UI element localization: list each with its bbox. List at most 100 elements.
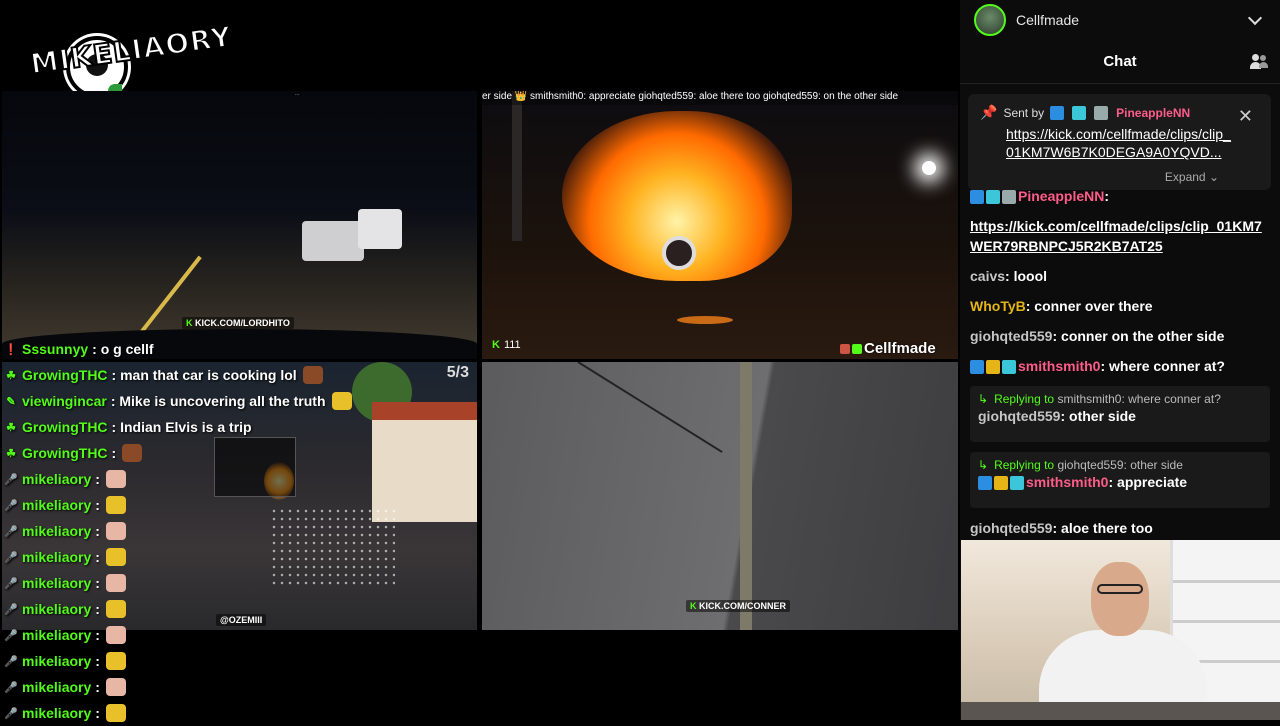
- mic-icon: 🎤: [4, 629, 18, 642]
- chat-text: :: [95, 523, 100, 539]
- avatar[interactable]: [974, 4, 1006, 36]
- reply-icon: ↳: [978, 458, 989, 472]
- chat-messages: PineappleNN: https://kick.com/cellfmade/…: [970, 186, 1270, 548]
- close-icon[interactable]: ✕: [1238, 106, 1253, 127]
- chat-title: Chat: [1103, 53, 1137, 70]
- overlay-chat-row: 🎤 mikeliaory:: [4, 674, 384, 700]
- chat-username[interactable]: giohqted559: [970, 520, 1052, 536]
- badge-icon: [1050, 105, 1065, 120]
- emote-icon: [105, 678, 126, 696]
- chat-text: :: [95, 549, 100, 565]
- colon: :: [1005, 268, 1014, 284]
- colon: :: [1025, 298, 1035, 314]
- channel-name[interactable]: Cellfmade: [1016, 12, 1240, 28]
- chat-username[interactable]: smithsmith0: [1026, 474, 1108, 490]
- emote-icon: [105, 522, 126, 540]
- chat-username[interactable]: PineappleNN: [1018, 188, 1104, 204]
- alert-icon: ❗: [4, 343, 18, 356]
- chat-username: Sssunnyy: [22, 341, 89, 357]
- mic-icon: 🎤: [4, 707, 18, 720]
- chat-text: loool: [1013, 268, 1048, 284]
- mic-icon: 🎤: [4, 499, 18, 512]
- badge-icon: [994, 476, 1008, 491]
- chat-username: mikeliaory: [22, 653, 92, 669]
- mic-icon: 🎤: [4, 655, 18, 668]
- chat-text: aloe there too: [1061, 520, 1153, 536]
- chat-username[interactable]: giohqted559: [970, 328, 1052, 344]
- kick-logo-icon: K: [492, 339, 500, 351]
- leaf-icon: ☘: [6, 447, 16, 460]
- emote-icon: [105, 574, 126, 592]
- emote-icon: [105, 496, 126, 514]
- reply-context[interactable]: ↳ Replying to giohqted559: other side: [978, 458, 1262, 472]
- reply-label: Replying to: [994, 458, 1055, 472]
- overlay-chat-row: 🎤 mikeliaory:: [4, 492, 384, 518]
- chat-text: :: [95, 653, 100, 669]
- badge-icon: [1010, 476, 1024, 491]
- colon: :: [1104, 188, 1110, 204]
- overlay-chat: ❗ Sssunnyy: o g cellf ☘ GrowingTHC: man tha…: [4, 336, 384, 726]
- colon: :: [1108, 474, 1118, 490]
- chat-text: :: [95, 679, 100, 695]
- chat-text: :: [111, 445, 117, 461]
- emote-icon: [105, 652, 126, 670]
- chat-text: other side: [1069, 408, 1136, 424]
- chat-message: giohqted559: other side: [978, 406, 1262, 426]
- overlay-chat-row: ❗ Sssunnyy: o g cellf: [4, 336, 384, 362]
- colon: :: [1060, 408, 1070, 424]
- mic-icon: 🎤: [4, 473, 18, 486]
- mic-icon: 🎤: [4, 681, 18, 694]
- chat-username[interactable]: caivs: [970, 268, 1005, 284]
- overlay-chat-row: 🎤 mikeliaory:: [4, 544, 384, 570]
- pinned-user[interactable]: PineappleNN: [1116, 106, 1190, 120]
- feed-car-fire: [482, 91, 958, 359]
- overlay-chat-row: 🎤 mikeliaory:: [4, 622, 384, 648]
- reply-label: Replying to: [994, 392, 1055, 406]
- chat-username: mikeliaory: [22, 471, 92, 487]
- chat-link[interactable]: https://kick.com/cellfmade/clips/clip_01…: [970, 216, 1270, 256]
- reply-user: giohqted559: [1057, 458, 1124, 472]
- viewer-count: K 111: [492, 339, 521, 351]
- overlay-chat-row: 🎤 mikeliaory:: [4, 700, 384, 726]
- reply-message: ↳ Replying to giohqted559: other side smit…: [970, 452, 1270, 508]
- colon: :: [1052, 328, 1062, 344]
- colon: :: [1100, 358, 1110, 374]
- chat-text: where conner at?: [1109, 358, 1225, 374]
- watermark-conner: K KICK.COM/CONNER: [686, 600, 791, 612]
- emote-icon: [105, 548, 126, 566]
- reply-context[interactable]: ↳ Replying to smithsmith0: where conner a…: [978, 392, 1262, 406]
- mic-icon: 🎤: [4, 551, 18, 564]
- feed-sidewalk: K KICK.COM/CONNER: [482, 362, 958, 630]
- chat-text: :: [95, 575, 100, 591]
- chat-username: GrowingTHC: [22, 445, 108, 461]
- chat-username: mikeliaory: [22, 497, 92, 513]
- mic-icon: 🎤: [4, 577, 18, 590]
- leaf-icon: ☘: [6, 421, 16, 434]
- chat-username[interactable]: WhoTyB: [970, 298, 1026, 314]
- overlay-chat-row: ☘ GrowingTHC:: [4, 440, 384, 466]
- emote-icon: [302, 366, 323, 384]
- users-icon[interactable]: [1250, 54, 1268, 70]
- chat-message: smithsmith0: appreciate: [978, 472, 1262, 492]
- pin-icon: 📌: [980, 104, 998, 120]
- chat-username: mikeliaory: [22, 627, 92, 643]
- overlay-chat-row: 🎤 mikeliaory:: [4, 596, 384, 622]
- emote-icon: [105, 626, 126, 644]
- chat-message: WhoTyB: conner over there: [970, 296, 1270, 316]
- chat-text: : man that car is cooking lol: [111, 367, 297, 383]
- chat-header: Chat: [960, 40, 1280, 84]
- channel-header[interactable]: Cellfmade: [960, 0, 1280, 40]
- pinned-link[interactable]: https://kick.com/cellfmade/clips/clip_01…: [1006, 125, 1236, 161]
- chat-username: mikeliaory: [22, 549, 92, 565]
- badge-icon: [1094, 105, 1109, 120]
- reply-message: ↳ Replying to smithsmith0: where conner a…: [970, 386, 1270, 442]
- chevron-down-icon[interactable]: [1247, 10, 1263, 26]
- chat-username[interactable]: smithsmith0: [1018, 358, 1100, 374]
- emote-icon: [331, 392, 352, 410]
- chat-username: GrowingTHC: [22, 367, 108, 383]
- chat-username[interactable]: giohqted559: [978, 408, 1060, 424]
- overlay-chat-row: ☘ GrowingTHC: man that car is cooking lol: [4, 362, 384, 388]
- emote-icon: [122, 444, 143, 462]
- expand-button[interactable]: Expand ⌄: [1165, 170, 1219, 184]
- colon: :: [1052, 520, 1062, 536]
